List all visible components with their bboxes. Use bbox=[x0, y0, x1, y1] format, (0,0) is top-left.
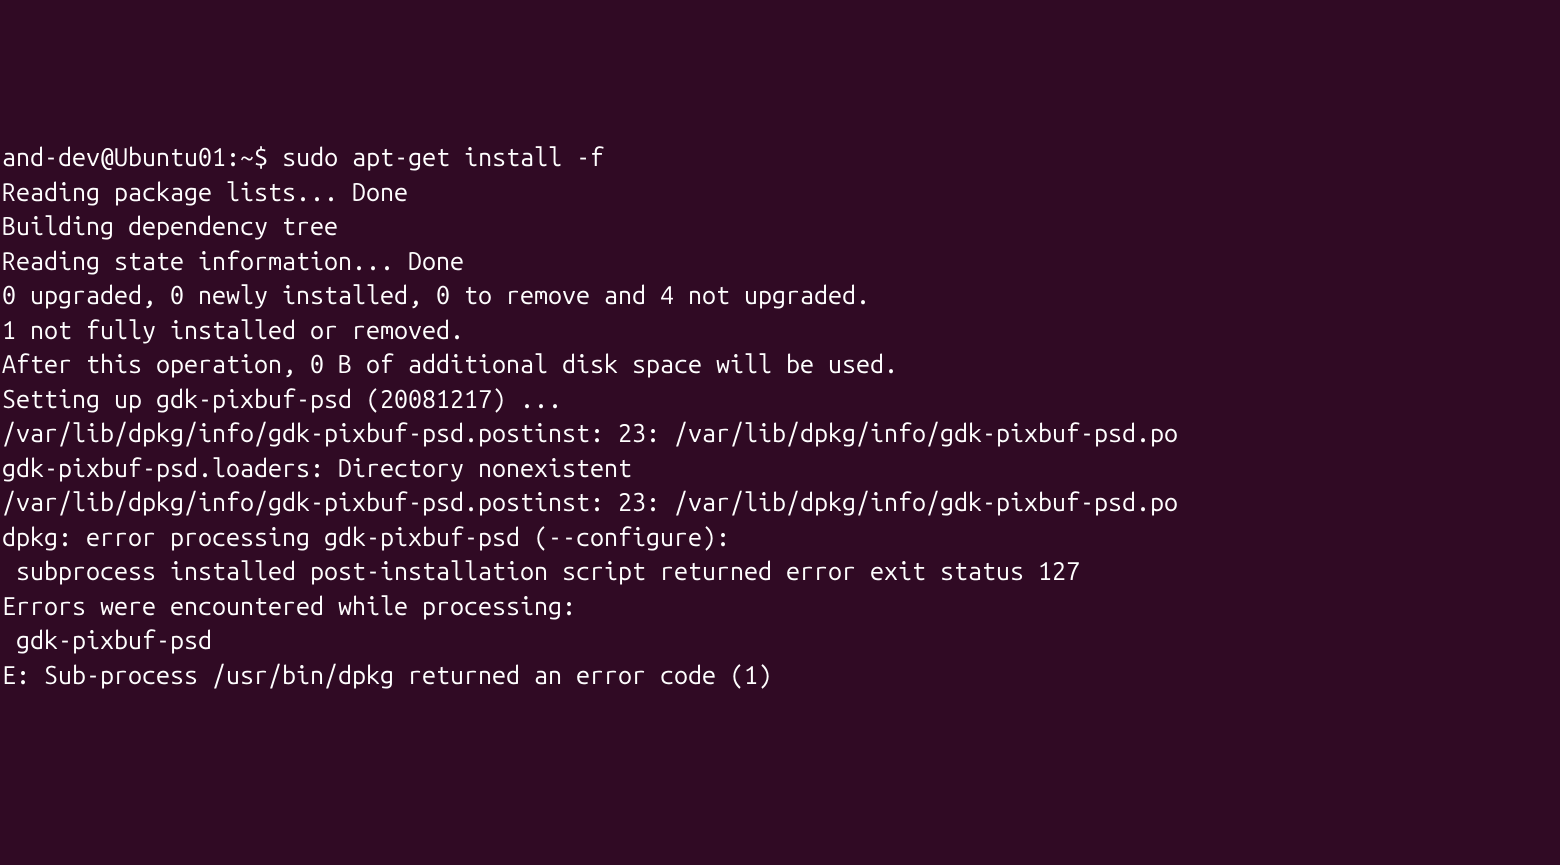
output-line: 1 not fully installed or removed. bbox=[2, 316, 464, 344]
output-line: gdk-pixbuf-psd bbox=[2, 626, 212, 654]
command-text: sudo apt-get install -f bbox=[282, 143, 604, 171]
output-line: /var/lib/dpkg/info/gdk-pixbuf-psd.postin… bbox=[2, 488, 1178, 516]
output-line: Reading package lists... Done bbox=[2, 178, 408, 206]
prompt-symbol: $ bbox=[254, 143, 268, 171]
output-line: 0 upgraded, 0 newly installed, 0 to remo… bbox=[2, 281, 870, 309]
terminal-window[interactable]: and-dev@Ubuntu01:~$ sudo apt-get install… bbox=[0, 138, 1560, 692]
output-line: gdk-pixbuf-psd.loaders: Directory nonexi… bbox=[2, 454, 632, 482]
prompt-path: ~ bbox=[240, 143, 254, 171]
output-line: Reading state information... Done bbox=[2, 247, 464, 275]
output-line: After this operation, 0 B of additional … bbox=[2, 350, 898, 378]
output-line: subprocess installed post-installation s… bbox=[2, 557, 1080, 585]
output-line: Building dependency tree bbox=[2, 212, 338, 240]
output-line: dpkg: error processing gdk-pixbuf-psd (-… bbox=[2, 523, 730, 551]
output-line: Setting up gdk-pixbuf-psd (20081217) ... bbox=[2, 385, 562, 413]
output-line: /var/lib/dpkg/info/gdk-pixbuf-psd.postin… bbox=[2, 419, 1178, 447]
prompt-userhost: and-dev@Ubuntu01 bbox=[2, 143, 226, 171]
prompt-colon: : bbox=[226, 143, 240, 171]
prompt-line: and-dev@Ubuntu01:~$ sudo apt-get install… bbox=[2, 143, 604, 171]
output-line: Errors were encountered while processing… bbox=[2, 592, 576, 620]
output-line: E: Sub-process /usr/bin/dpkg returned an… bbox=[2, 661, 772, 689]
